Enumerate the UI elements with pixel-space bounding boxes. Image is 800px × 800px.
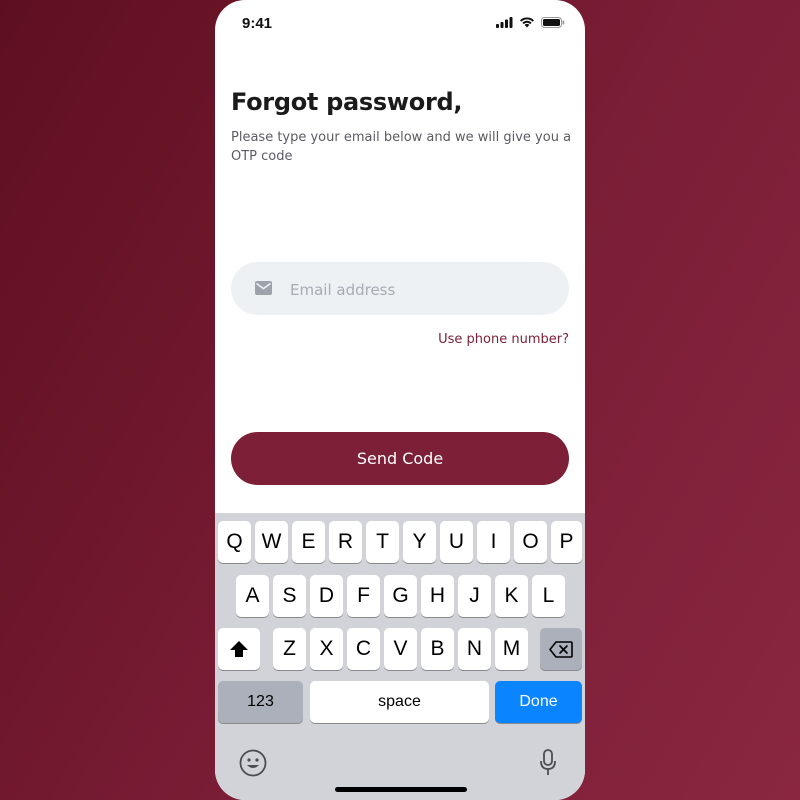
status-bar: 9:41 <box>215 0 585 48</box>
phone-screen: 9:41 Forgot password, Please type your e… <box>215 0 585 800</box>
key-e[interactable]: E <box>292 521 325 563</box>
status-time: 9:41 <box>242 15 273 32</box>
key-o[interactable]: O <box>514 521 547 563</box>
key-l[interactable]: L <box>532 575 565 617</box>
key-c[interactable]: C <box>347 628 380 670</box>
key-k[interactable]: K <box>495 575 528 617</box>
key-i[interactable]: I <box>477 521 510 563</box>
key-h[interactable]: H <box>421 575 454 617</box>
key-n[interactable]: N <box>458 628 491 670</box>
email-input[interactable] <box>288 262 552 317</box>
key-a[interactable]: A <box>236 575 269 617</box>
space-key[interactable]: space <box>310 681 489 723</box>
emoji-icon[interactable] <box>239 749 267 777</box>
send-code-button[interactable]: Send Code <box>231 432 569 485</box>
key-v[interactable]: V <box>384 628 417 670</box>
page-title: Forgot password, <box>231 88 463 116</box>
shift-icon <box>230 641 248 657</box>
key-q[interactable]: Q <box>218 521 251 563</box>
key-m[interactable]: M <box>495 628 528 670</box>
key-z[interactable]: Z <box>273 628 306 670</box>
key-w[interactable]: W <box>255 521 288 563</box>
wifi-icon <box>520 17 534 28</box>
backspace-key[interactable] <box>540 628 582 670</box>
key-t[interactable]: T <box>366 521 399 563</box>
key-u[interactable]: U <box>440 521 473 563</box>
key-x[interactable]: X <box>310 628 343 670</box>
status-icons <box>496 17 565 28</box>
key-y[interactable]: Y <box>403 521 436 563</box>
done-key[interactable]: Done <box>495 681 582 723</box>
keyboard: Q W E R T Y U I O P A S D F G H J K L Z … <box>215 513 585 800</box>
key-d[interactable]: D <box>310 575 343 617</box>
key-j[interactable]: J <box>458 575 491 617</box>
key-b[interactable]: B <box>421 628 454 670</box>
email-field[interactable] <box>231 262 569 317</box>
use-phone-number-link[interactable]: Use phone number? <box>438 332 569 347</box>
home-indicator <box>335 787 467 792</box>
numbers-key[interactable]: 123 <box>218 681 303 723</box>
key-s[interactable]: S <box>273 575 306 617</box>
key-r[interactable]: R <box>329 521 362 563</box>
key-p[interactable]: P <box>551 521 582 563</box>
key-g[interactable]: G <box>384 575 417 617</box>
mail-icon <box>255 281 272 295</box>
signal-icon <box>496 17 513 28</box>
key-f[interactable]: F <box>347 575 380 617</box>
page-subtitle: Please type your email below and we will… <box>231 130 572 164</box>
microphone-icon[interactable] <box>539 749 557 777</box>
battery-icon <box>541 17 565 28</box>
shift-key[interactable] <box>218 628 260 670</box>
backspace-icon <box>549 640 573 658</box>
